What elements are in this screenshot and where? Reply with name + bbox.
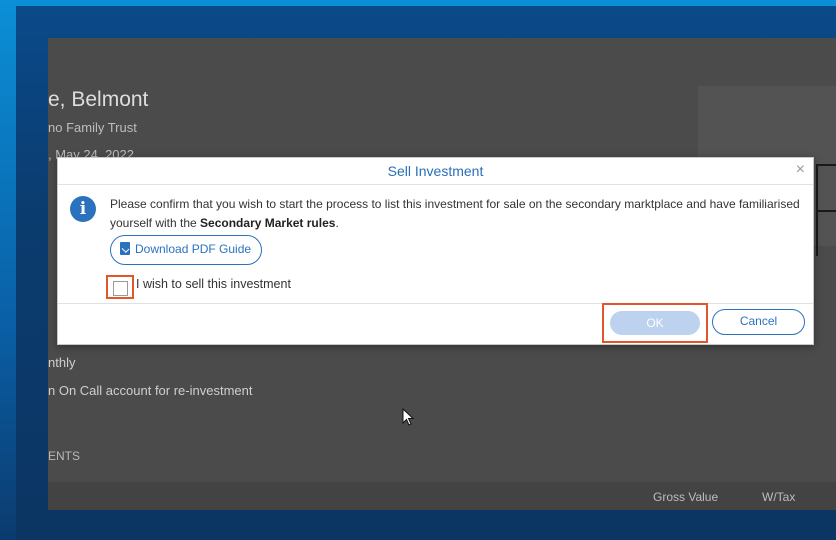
- sell-investment-dialog: Sell Investment × i Please confirm that …: [57, 157, 814, 345]
- column-wtax: W/Tax: [762, 490, 796, 504]
- ok-button[interactable]: OK: [610, 311, 700, 335]
- trust-name: no Family Trust: [48, 120, 137, 135]
- message-end: .: [335, 216, 339, 230]
- reinvestment-value: n On Call account for re-investment: [48, 383, 253, 398]
- checkbox-label[interactable]: I wish to sell this investment: [136, 277, 291, 291]
- section-heading: ENTS: [48, 449, 81, 463]
- secondary-market-rules: Secondary Market rules: [200, 216, 336, 230]
- page-heading: e, Belmont: [48, 88, 149, 111]
- close-icon[interactable]: ×: [796, 161, 805, 179]
- dialog-title: Sell Investment: [387, 163, 484, 179]
- table-header: Gross Value W/Tax: [48, 482, 836, 510]
- pdf-button-label: Download PDF Guide: [135, 242, 252, 256]
- mouse-cursor-icon: [402, 408, 415, 426]
- download-pdf-guide-button[interactable]: Download PDF Guide: [110, 235, 262, 265]
- dialog-header: Sell Investment ×: [58, 158, 813, 185]
- checkbox-highlight: [106, 275, 134, 299]
- frequency-value: nthly: [48, 355, 76, 370]
- pdf-download-icon: [120, 242, 130, 256]
- sell-confirm-checkbox[interactable]: [113, 281, 128, 296]
- frame-edge: [0, 0, 836, 6]
- confirmation-message: Please confirm that you wish to start th…: [110, 195, 800, 233]
- ok-button-highlight: OK: [602, 303, 708, 343]
- table-grid-edge: [816, 164, 836, 256]
- column-gross-value: Gross Value: [653, 490, 719, 504]
- frame-edge: [0, 0, 16, 540]
- info-icon: i: [70, 196, 96, 222]
- cancel-button[interactable]: Cancel: [712, 309, 805, 335]
